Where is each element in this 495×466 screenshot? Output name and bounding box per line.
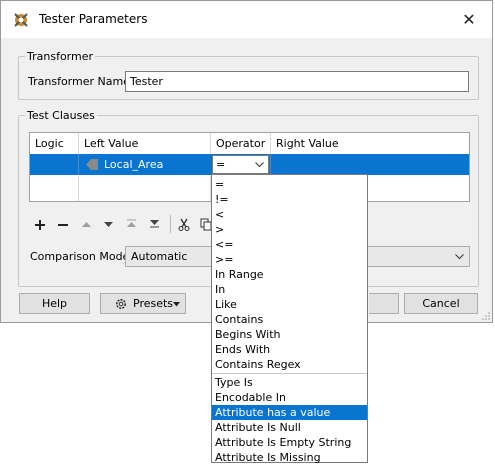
operator-option[interactable]: Attribute Is Empty String [212,435,367,450]
operator-option[interactable]: Attribute Is Missing [212,450,367,465]
close-icon[interactable]: ✕ [446,1,492,38]
operator-option[interactable]: Contains Regex [212,357,367,372]
test-clauses-group-label: Test Clauses [27,109,95,122]
remove-icon[interactable] [57,219,69,231]
left-value-cell[interactable]: Local_Area [104,158,163,171]
operator-select[interactable]: = [212,155,269,174]
chevron-down-icon [455,254,464,260]
operator-option[interactable]: > [212,222,367,237]
operator-option[interactable]: Attribute Is Null [212,420,367,435]
move-bottom-icon[interactable] [150,219,159,228]
table-row[interactable]: Local_Area = [30,154,469,175]
comparison-mode-label: Comparison Mode: [30,250,134,263]
comparison-mode-value: Automatic [131,250,188,263]
transformer-name-input[interactable]: Tester [125,71,469,92]
transformer-name-label: Transformer Name: [28,75,134,88]
operator-option[interactable]: != [212,192,367,207]
operator-value: = [216,158,226,171]
operator-group-comparison: = != < > <= >= In Range In Like Contains Begins Wi… [212,175,367,372]
presets-label: Presets [133,297,174,310]
column-header-operator[interactable]: Operator [216,137,265,150]
operator-option[interactable]: Begins With [212,327,367,342]
fme-app-icon [14,13,28,27]
toolbar-divider [170,215,171,233]
operator-option[interactable]: Like [212,297,367,312]
title-bar: Tester Parameters ✕ [1,1,492,38]
menu-separator [212,373,367,374]
operator-option[interactable]: Encodable In [212,390,367,405]
operator-option[interactable]: In Range [212,267,367,282]
operator-option[interactable]: = [212,177,367,192]
resize-grip-icon[interactable] [482,312,490,320]
column-header-left-value[interactable]: Left Value [84,137,138,150]
move-down-icon[interactable] [104,221,113,228]
operator-option[interactable]: >= [212,252,367,267]
move-up-icon[interactable] [82,221,91,228]
cut-icon[interactable] [178,218,190,231]
operator-group-attribute: Type Is Encodable In Attribute has a value… [212,375,367,465]
transformer-group-label: Transformer [27,50,94,63]
presets-button[interactable]: Presets [100,293,186,314]
operator-option[interactable]: Contains [212,312,367,327]
operator-option[interactable]: In [212,282,367,297]
help-button[interactable]: Help [19,293,90,314]
column-header-right-value[interactable]: Right Value [276,137,339,150]
operator-option[interactable]: < [212,207,367,222]
operator-dropdown-menu: = != < > <= >= In Range In Like Contains Begins Wi… [211,174,368,465]
column-header-logic[interactable]: Logic [35,137,64,150]
gear-icon [116,299,126,309]
operator-option[interactable]: <= [212,237,367,252]
cancel-button[interactable]: Cancel [404,293,478,314]
operator-option[interactable]: Attribute has a value [212,405,367,420]
operator-option[interactable]: Ends With [212,342,367,357]
move-top-icon[interactable] [127,219,136,228]
attribute-icon [86,159,98,170]
add-icon[interactable] [34,219,46,231]
caret-down-icon [173,302,180,307]
window-title: Tester Parameters [39,12,148,26]
chevron-down-icon [255,162,264,168]
operator-option[interactable]: Type Is [212,375,367,390]
table-header: Logic Left Value Operator Right Value [30,133,469,155]
ok-button-partial[interactable] [369,293,399,314]
